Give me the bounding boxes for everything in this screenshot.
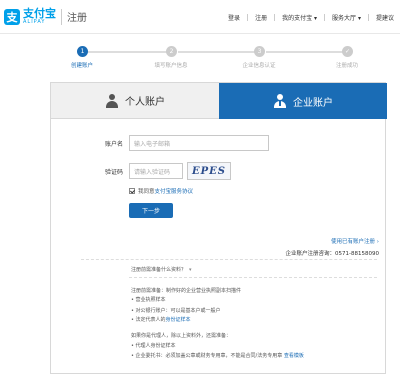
step-connector [178, 51, 260, 53]
agent-id-sample-link[interactable]: • 代理人身份证样本 [131, 342, 176, 349]
step-3-dot: 3 [254, 46, 265, 57]
nav-divider [324, 14, 326, 21]
step-2-label: 填写账户信息 [154, 63, 188, 69]
divider [129, 277, 377, 278]
nav-divider [247, 14, 249, 21]
page-title: 注册 [67, 13, 87, 24]
agree-text: 我同意支付宝服务协议 [138, 187, 193, 195]
top-nav: 登录 注册 我的支付宝 ▾ 服务大厅 ▾ 提建议 [228, 13, 394, 22]
logo-divider [61, 8, 62, 25]
step-connector [86, 51, 172, 53]
tab-personal-account[interactable]: 个人账户 [51, 83, 219, 119]
chevron-down-icon: ▾ [314, 15, 318, 22]
nav-register-link[interactable]: 注册 [255, 13, 267, 22]
registration-steps: 1 2 3 ✓ 创建账户 填写账户信息 企业信息认证 注册成功 [48, 42, 388, 76]
step-4-check-icon: ✓ [342, 46, 353, 57]
captcha-row: 验证码 请输入验证码 EPES [93, 162, 231, 180]
divider [81, 259, 377, 260]
note-line-4: 如果你是代理人，除以上资料外，还需准备： [131, 333, 232, 339]
step-1-label: 创建账户 [70, 63, 93, 69]
business-license-sample-link[interactable]: • 营业执照样本 [131, 296, 166, 303]
tab-personal-label: 个人账户 [125, 97, 165, 108]
nav-service-link[interactable]: 服务大厅 ▾ [332, 13, 361, 22]
use-existing-account-link[interactable]: 使用已有账户注册 › [331, 237, 379, 245]
agree-checkbox[interactable] [129, 188, 135, 194]
captcha-label: 验证码 [104, 168, 123, 176]
captcha-image[interactable]: EPES [187, 162, 231, 180]
chevron-down-icon: ▾ [357, 15, 361, 22]
logo-text: 支付宝 ALIPAY [23, 8, 56, 25]
nav-login-link[interactable]: 登录 [228, 13, 240, 22]
hotline-text: 企业账户注册咨询：0571-88158090 [285, 251, 379, 257]
note-line-3: • 法定代表人的身份证样本 [131, 316, 191, 323]
person-icon [105, 93, 119, 108]
note-line-5-text: • 企业委托书：必须加盖公章或财务专用章，不能是合同/法务专用章 [131, 353, 283, 359]
registration-panel: 个人账户 企业账户 账户名 输入电子邮箱 验证码 请输入验证码 EPES 我同意… [50, 82, 387, 374]
note-line-5: • 企业委托书：必须加盖公章或财务专用章，不能是合同/法务专用章 查看模板 [131, 352, 304, 359]
tab-enterprise-account[interactable]: 企业账户 [219, 83, 387, 119]
step-1-dot: 1 [77, 46, 88, 57]
logo-en: ALIPAY [23, 19, 46, 25]
nav-my-alipay-link[interactable]: 我的支付宝 ▾ [282, 13, 317, 22]
step-connector [266, 51, 352, 53]
note-line-1: 注册前需准备：制作好的企业营业执照副本扫描件 [131, 288, 242, 294]
nav-divider [367, 14, 369, 21]
view-template-link[interactable]: 查看模板 [284, 353, 304, 359]
account-label: 账户名 [104, 140, 123, 148]
nav-my-alipay-label: 我的支付宝 [282, 15, 313, 22]
prep-materials-title: 注册前需准备什么资料？ [131, 267, 187, 273]
id-card-sample-link[interactable]: 身份证样本 [166, 317, 191, 323]
nav-feedback-link[interactable]: 提建议 [376, 13, 394, 22]
agreement-row: 我同意支付宝服务协议 [129, 187, 193, 195]
service-agreement-link[interactable]: 支付宝服务协议 [155, 189, 194, 195]
site-header: 支 支付宝 ALIPAY 注册 登录 注册 我的支付宝 ▾ 服务大厅 ▾ 提建议 [0, 0, 400, 34]
business-person-icon [273, 94, 287, 108]
note-line-3-text: • 法定代表人的 [131, 317, 166, 323]
tab-enterprise-label: 企业账户 [293, 97, 333, 109]
chevron-down-icon: ▾ [189, 267, 192, 273]
next-button[interactable]: 下一步 [129, 203, 173, 218]
step-2-dot: 2 [166, 46, 177, 57]
nav-divider [274, 14, 276, 21]
logo-cn: 支付宝 [23, 7, 56, 20]
alipay-logo-icon: 支 [4, 8, 20, 25]
prep-materials-toggle[interactable]: 注册前需准备什么资料？ ▾ [131, 266, 192, 273]
agree-prefix: 我同意 [138, 189, 155, 195]
step-4-label: 注册成功 [335, 63, 358, 69]
note-line-2: • 对公银行账户：可以是基本户或一般户 [131, 308, 221, 314]
account-row: 账户名 输入电子邮箱 [93, 135, 269, 151]
nav-service-label: 服务大厅 [332, 15, 357, 22]
captcha-input[interactable]: 请输入验证码 [129, 163, 183, 179]
alipay-logo[interactable]: 支 支付宝 ALIPAY 注册 [4, 8, 87, 25]
step-3-label: 企业信息认证 [242, 63, 276, 69]
account-input[interactable]: 输入电子邮箱 [129, 135, 269, 151]
